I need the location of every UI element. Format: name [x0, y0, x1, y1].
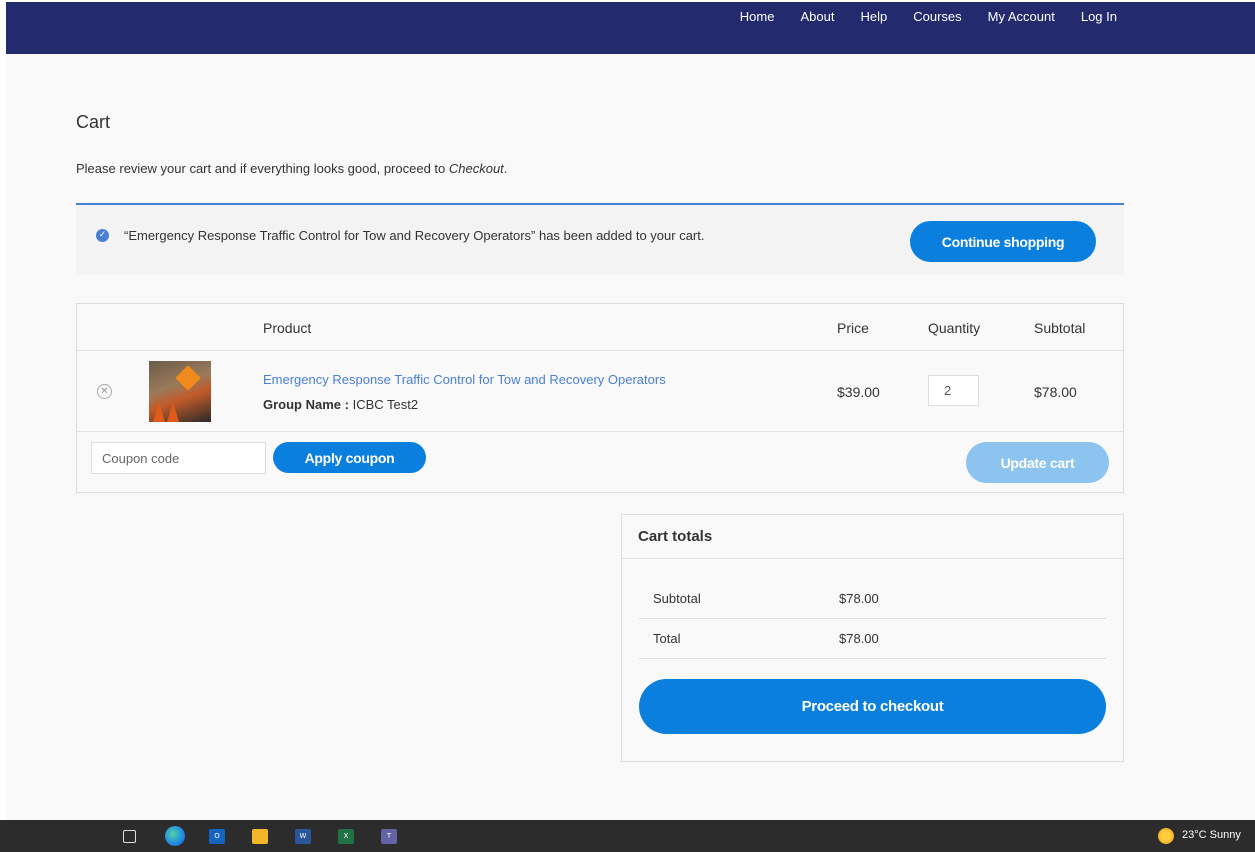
column-header-product: Product: [263, 320, 312, 336]
page: Home About Help Courses My Account Log I…: [6, 2, 1255, 820]
item-price: $39.00: [837, 384, 880, 400]
update-cart-button[interactable]: Update cart: [966, 442, 1109, 483]
weather-status[interactable]: 23°C Sunny: [1182, 829, 1241, 841]
quantity-input[interactable]: [928, 375, 979, 406]
nav-help[interactable]: Help: [860, 9, 887, 24]
header-divider: [77, 350, 1123, 351]
intro-prefix: Please review your cart and if everythin…: [76, 161, 449, 176]
proceed-to-checkout-button[interactable]: Proceed to checkout: [639, 679, 1106, 734]
nav-log-in[interactable]: Log In: [1081, 9, 1117, 24]
excel-icon[interactable]: X: [338, 829, 354, 844]
traffic-cone-shape: [153, 402, 165, 422]
file-explorer-icon[interactable]: [252, 829, 268, 844]
nav-home[interactable]: Home: [740, 9, 775, 24]
row-divider: [77, 431, 1123, 432]
intro-checkout-emphasis: Checkout: [448, 161, 504, 176]
cart-intro-text: Please review your cart and if everythin…: [76, 161, 507, 176]
windows-taskbar: O W X T 23°C Sunny: [0, 820, 1255, 852]
continue-shopping-button[interactable]: Continue shopping: [910, 221, 1096, 262]
column-header-quantity: Quantity: [928, 320, 981, 336]
group-name-separator: :: [341, 397, 353, 412]
page-title: Cart: [76, 112, 111, 132]
product-group-meta: Group Name : ICBC Test2: [263, 397, 418, 412]
notice-message: “Emergency Response Traffic Control for …: [124, 228, 705, 243]
product-thumbnail[interactable]: [149, 361, 211, 422]
totals-row-divider: [639, 658, 1106, 659]
task-view-icon[interactable]: [123, 830, 136, 843]
traffic-sign-shape: [175, 365, 201, 391]
nav-my-account[interactable]: My Account: [988, 9, 1055, 24]
subtotal-value: $78.00: [839, 591, 879, 606]
column-header-price: Price: [837, 320, 869, 336]
total-value: $78.00: [839, 631, 879, 646]
apply-coupon-button[interactable]: Apply coupon: [273, 442, 426, 473]
coupon-code-input[interactable]: [91, 442, 266, 474]
check-circle-icon: ✓: [96, 229, 109, 242]
cart-totals-title: Cart totals: [638, 528, 713, 545]
teams-icon[interactable]: T: [381, 829, 397, 844]
site-header: Home About Help Courses My Account Log I…: [6, 2, 1255, 54]
total-label: Total: [653, 631, 681, 646]
word-icon[interactable]: W: [295, 829, 311, 844]
totals-row-divider: [639, 618, 1106, 619]
nav-about[interactable]: About: [800, 9, 834, 24]
subtotal-label: Subtotal: [653, 591, 701, 606]
sun-icon: [1158, 828, 1174, 844]
remove-item-icon[interactable]: ✕: [97, 384, 112, 399]
column-header-subtotal: Subtotal: [1034, 320, 1086, 336]
outlook-icon[interactable]: O: [209, 829, 225, 844]
added-to-cart-notice: ✓ “Emergency Response Traffic Control fo…: [76, 203, 1124, 275]
cart-table: Product Price Quantity Subtotal ✕ Emerge…: [76, 303, 1124, 493]
group-name-label: Group Name: [263, 397, 342, 412]
product-link[interactable]: Emergency Response Traffic Control for T…: [263, 372, 666, 387]
totals-header-divider: [622, 558, 1123, 559]
traffic-cone-shape: [167, 402, 179, 422]
item-subtotal: $78.00: [1034, 384, 1077, 400]
main-nav: Home About Help Courses My Account Log I…: [740, 9, 1117, 24]
intro-suffix: .: [503, 161, 508, 176]
cart-totals-panel: Cart totals Subtotal $78.00 Total $78.00…: [621, 514, 1124, 762]
group-name-value: ICBC Test2: [352, 397, 419, 412]
edge-browser-icon[interactable]: [165, 826, 185, 846]
nav-courses[interactable]: Courses: [913, 9, 961, 24]
